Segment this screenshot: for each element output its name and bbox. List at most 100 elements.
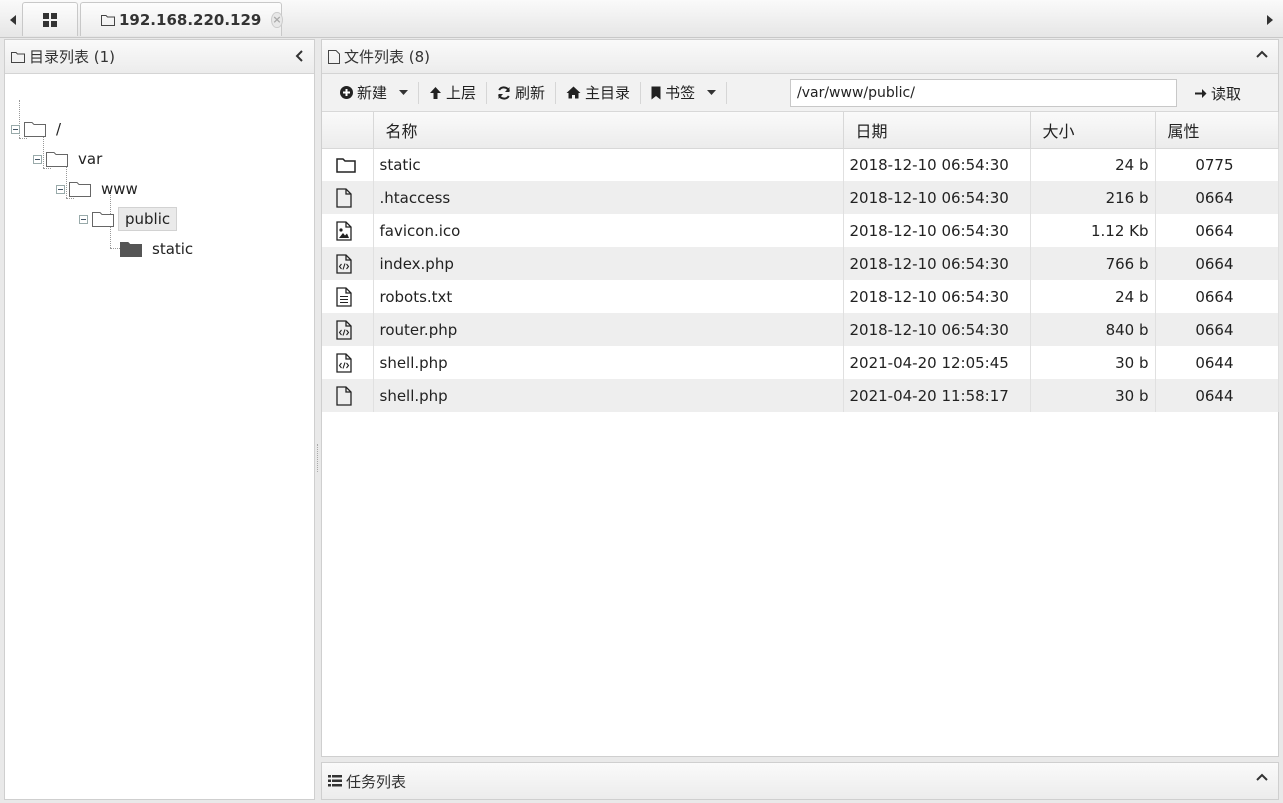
file-name-cell: index.php bbox=[373, 247, 844, 280]
arrow-right-icon bbox=[1194, 87, 1207, 100]
file-list-panel-header: 文件列表 (8) bbox=[322, 40, 1278, 74]
tab-host[interactable]: 192.168.220.129 × bbox=[80, 2, 283, 36]
bookmark-icon bbox=[651, 86, 661, 100]
collapse-toggle-icon[interactable] bbox=[79, 214, 88, 224]
file-size-cell: 30 b bbox=[1030, 379, 1156, 412]
tree-node-www[interactable]: www bbox=[56, 176, 144, 202]
folder-outline-icon bbox=[101, 14, 115, 26]
table-row[interactable]: router.php 2018-12-10 06:54:30 840 b 066… bbox=[322, 313, 1279, 346]
table-row[interactable]: index.php 2018-12-10 06:54:30 766 b 0664 bbox=[322, 247, 1279, 280]
tree-node-static[interactable]: static bbox=[120, 236, 199, 262]
file-size-cell: 30 b bbox=[1030, 346, 1156, 379]
folder-outline-icon bbox=[46, 151, 68, 167]
task-list-panel: 任务列表 bbox=[321, 762, 1279, 800]
file-attr-cell: 0644 bbox=[1155, 379, 1279, 412]
home-icon bbox=[566, 86, 581, 99]
folder-filled-icon bbox=[120, 241, 142, 257]
file-size-cell: 1.12 Kb bbox=[1030, 214, 1156, 247]
file-attr-cell: 0664 bbox=[1155, 280, 1279, 313]
code-file-icon bbox=[322, 346, 374, 379]
home-button[interactable]: 主目录 bbox=[556, 78, 640, 108]
file-attr-cell: 0664 bbox=[1155, 247, 1279, 280]
grid-icon bbox=[43, 12, 57, 27]
caret-down-icon bbox=[399, 89, 409, 96]
file-list-panel: 文件列表 (8) 新建 上层 刷新 主目录 书签 /var/www/public… bbox=[321, 39, 1279, 757]
table-row[interactable]: shell.php 2021-04-20 11:58:17 30 b 0644 bbox=[322, 379, 1279, 412]
file-attr-cell: 0775 bbox=[1155, 148, 1279, 181]
file-date-cell: 2018-12-10 06:54:30 bbox=[843, 313, 1031, 346]
file-attr-cell: 0664 bbox=[1155, 313, 1279, 346]
path-input[interactable] bbox=[790, 79, 1177, 107]
file-size-cell: 840 b bbox=[1030, 313, 1156, 346]
tree-label-public: public bbox=[118, 207, 178, 231]
column-header-date[interactable]: 日期 bbox=[843, 112, 1031, 149]
folder-outline-icon bbox=[69, 181, 91, 197]
file-size-cell: 766 b bbox=[1030, 247, 1156, 280]
file-name-cell: favicon.ico bbox=[373, 214, 844, 247]
tree-node-var[interactable]: var bbox=[33, 146, 108, 172]
code-file-icon bbox=[322, 313, 374, 346]
up-level-button-label: 上层 bbox=[446, 84, 477, 102]
collapse-up-chevron-icon[interactable] bbox=[1256, 49, 1268, 59]
new-button-label: 新建 bbox=[357, 84, 388, 102]
refresh-icon bbox=[497, 85, 511, 100]
table-row[interactable]: shell.php 2021-04-20 12:05:45 30 b 0644 bbox=[322, 346, 1279, 379]
tree-label-var: var bbox=[78, 150, 103, 168]
file-name-cell: robots.txt bbox=[373, 280, 844, 313]
read-button[interactable]: 读取 bbox=[1184, 78, 1251, 108]
file-name-cell: shell.php bbox=[373, 346, 844, 379]
plus-circle-icon bbox=[340, 86, 353, 99]
collapse-toggle-icon[interactable] bbox=[33, 154, 42, 164]
scroll-right-arrow-icon[interactable] bbox=[1261, 6, 1279, 34]
top-tab-bar: 192.168.220.129 × bbox=[0, 0, 1283, 38]
refresh-button[interactable]: 刷新 bbox=[487, 78, 555, 108]
table-header-row: 名称 日期 大小 属性 bbox=[322, 112, 1279, 149]
close-tab-icon[interactable]: × bbox=[271, 11, 283, 28]
table-row[interactable]: favicon.ico 2018-12-10 06:54:30 1.12 Kb … bbox=[322, 214, 1279, 247]
file-icon bbox=[322, 181, 374, 214]
file-name-cell: router.php bbox=[373, 313, 844, 346]
file-date-cell: 2018-12-10 06:54:30 bbox=[843, 280, 1031, 313]
collapse-toggle-icon[interactable] bbox=[56, 184, 65, 194]
tab-host-label: 192.168.220.129 bbox=[119, 10, 262, 29]
file-table: 名称 日期 大小 属性 static 2018-12-10 06:54:30 2… bbox=[322, 112, 1279, 412]
new-button[interactable]: 新建 bbox=[330, 78, 418, 108]
file-attr-cell: 0664 bbox=[1155, 181, 1279, 214]
column-header-attr[interactable]: 属性 bbox=[1155, 112, 1279, 149]
file-date-cell: 2021-04-20 12:05:45 bbox=[843, 346, 1031, 379]
column-header-size[interactable]: 大小 bbox=[1030, 112, 1156, 149]
collapse-toggle-icon[interactable] bbox=[11, 124, 20, 134]
column-header-icon bbox=[322, 112, 374, 149]
file-attr-cell: 0664 bbox=[1155, 214, 1279, 247]
table-row[interactable]: robots.txt 2018-12-10 06:54:30 24 b 0664 bbox=[322, 280, 1279, 313]
directory-panel-title: 目录列表 (1) bbox=[29, 48, 116, 66]
file-attr-cell: 0644 bbox=[1155, 346, 1279, 379]
file-date-cell: 2018-12-10 06:54:30 bbox=[843, 214, 1031, 247]
up-level-button[interactable]: 上层 bbox=[419, 78, 486, 108]
file-outline-icon bbox=[328, 49, 340, 64]
column-header-name[interactable]: 名称 bbox=[373, 112, 844, 149]
directory-panel: 目录列表 (1) / var www public static bbox=[4, 39, 315, 800]
tree-node-root[interactable]: / bbox=[11, 116, 67, 142]
read-button-label: 读取 bbox=[1211, 84, 1242, 103]
table-row[interactable]: static 2018-12-10 06:54:30 24 b 0775 bbox=[322, 148, 1279, 181]
file-icon bbox=[322, 379, 374, 412]
file-date-cell: 2021-04-20 11:58:17 bbox=[843, 379, 1031, 412]
scroll-left-arrow-icon[interactable] bbox=[4, 6, 22, 34]
tab-home[interactable] bbox=[22, 2, 78, 36]
file-name-cell: .htaccess bbox=[373, 181, 844, 214]
refresh-button-label: 刷新 bbox=[515, 84, 546, 102]
task-list-panel-header[interactable]: 任务列表 bbox=[322, 763, 1278, 799]
image-file-icon bbox=[322, 214, 374, 247]
bookmark-button[interactable]: 书签 bbox=[641, 78, 726, 108]
arrow-up-icon bbox=[429, 86, 442, 100]
tree-node-public[interactable]: public bbox=[79, 206, 178, 232]
directory-tree: / var www public static bbox=[5, 74, 314, 794]
tree-label-static: static bbox=[152, 240, 194, 258]
file-date-cell: 2018-12-10 06:54:30 bbox=[843, 181, 1031, 214]
file-toolbar: 新建 上层 刷新 主目录 书签 /var/www/public/ 读取 bbox=[322, 74, 1278, 112]
collapse-left-chevron-icon[interactable] bbox=[294, 49, 304, 63]
folder-outline-icon bbox=[24, 121, 46, 137]
expand-up-chevron-icon[interactable] bbox=[1256, 772, 1268, 782]
table-row[interactable]: .htaccess 2018-12-10 06:54:30 216 b 0664 bbox=[322, 181, 1279, 214]
